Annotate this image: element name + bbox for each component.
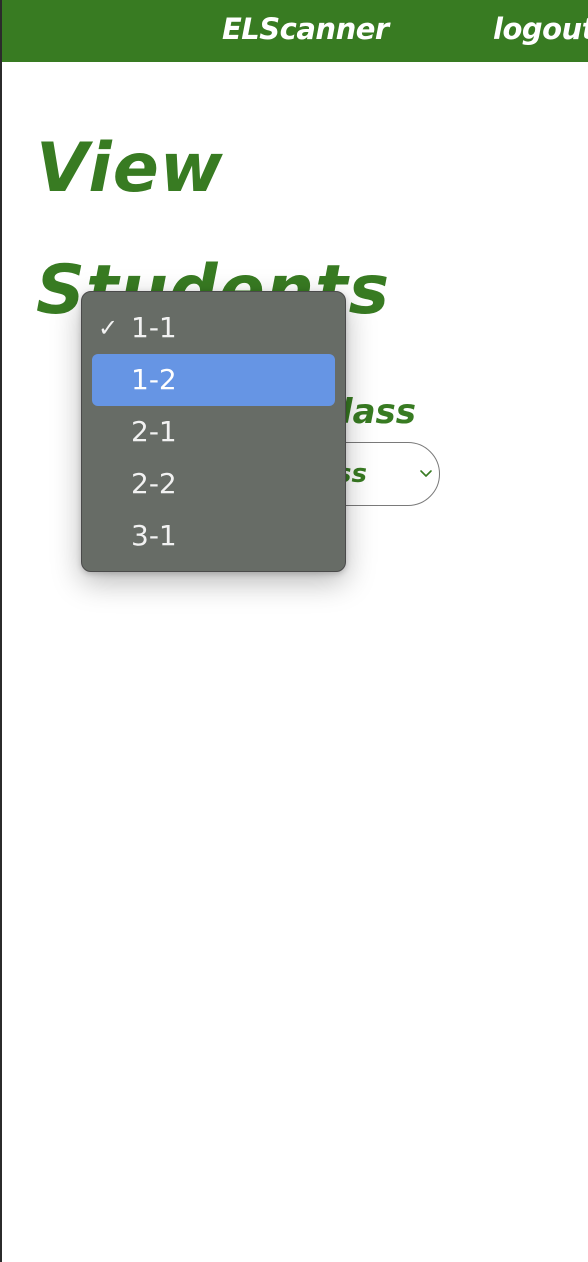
class-dropdown-menu: ✓ 1-1 1-2 2-1 2-2 3-1 <box>81 291 346 572</box>
brand-logo-text[interactable]: ELScanner <box>222 12 389 46</box>
top-navbar: ELScanner logout <box>2 0 588 62</box>
logout-link[interactable]: logout <box>493 12 588 46</box>
option-label: 2-1 <box>131 415 177 448</box>
option-label: 1-2 <box>131 363 177 396</box>
dropdown-option-2-2[interactable]: 2-2 <box>92 458 335 510</box>
dropdown-option-2-1[interactable]: 2-1 <box>92 406 335 458</box>
window-left-edge <box>0 0 2 1262</box>
dropdown-option-1-1[interactable]: ✓ 1-1 <box>92 302 335 354</box>
checkmark-icon: ✓ <box>98 314 119 342</box>
chevron-down-icon <box>420 470 432 477</box>
option-label: 3-1 <box>131 519 177 552</box>
dropdown-option-1-2[interactable]: 1-2 <box>92 354 335 406</box>
option-label: 2-2 <box>131 467 177 500</box>
option-label: 1-1 <box>131 311 177 344</box>
dropdown-option-3-1[interactable]: 3-1 <box>92 510 335 562</box>
